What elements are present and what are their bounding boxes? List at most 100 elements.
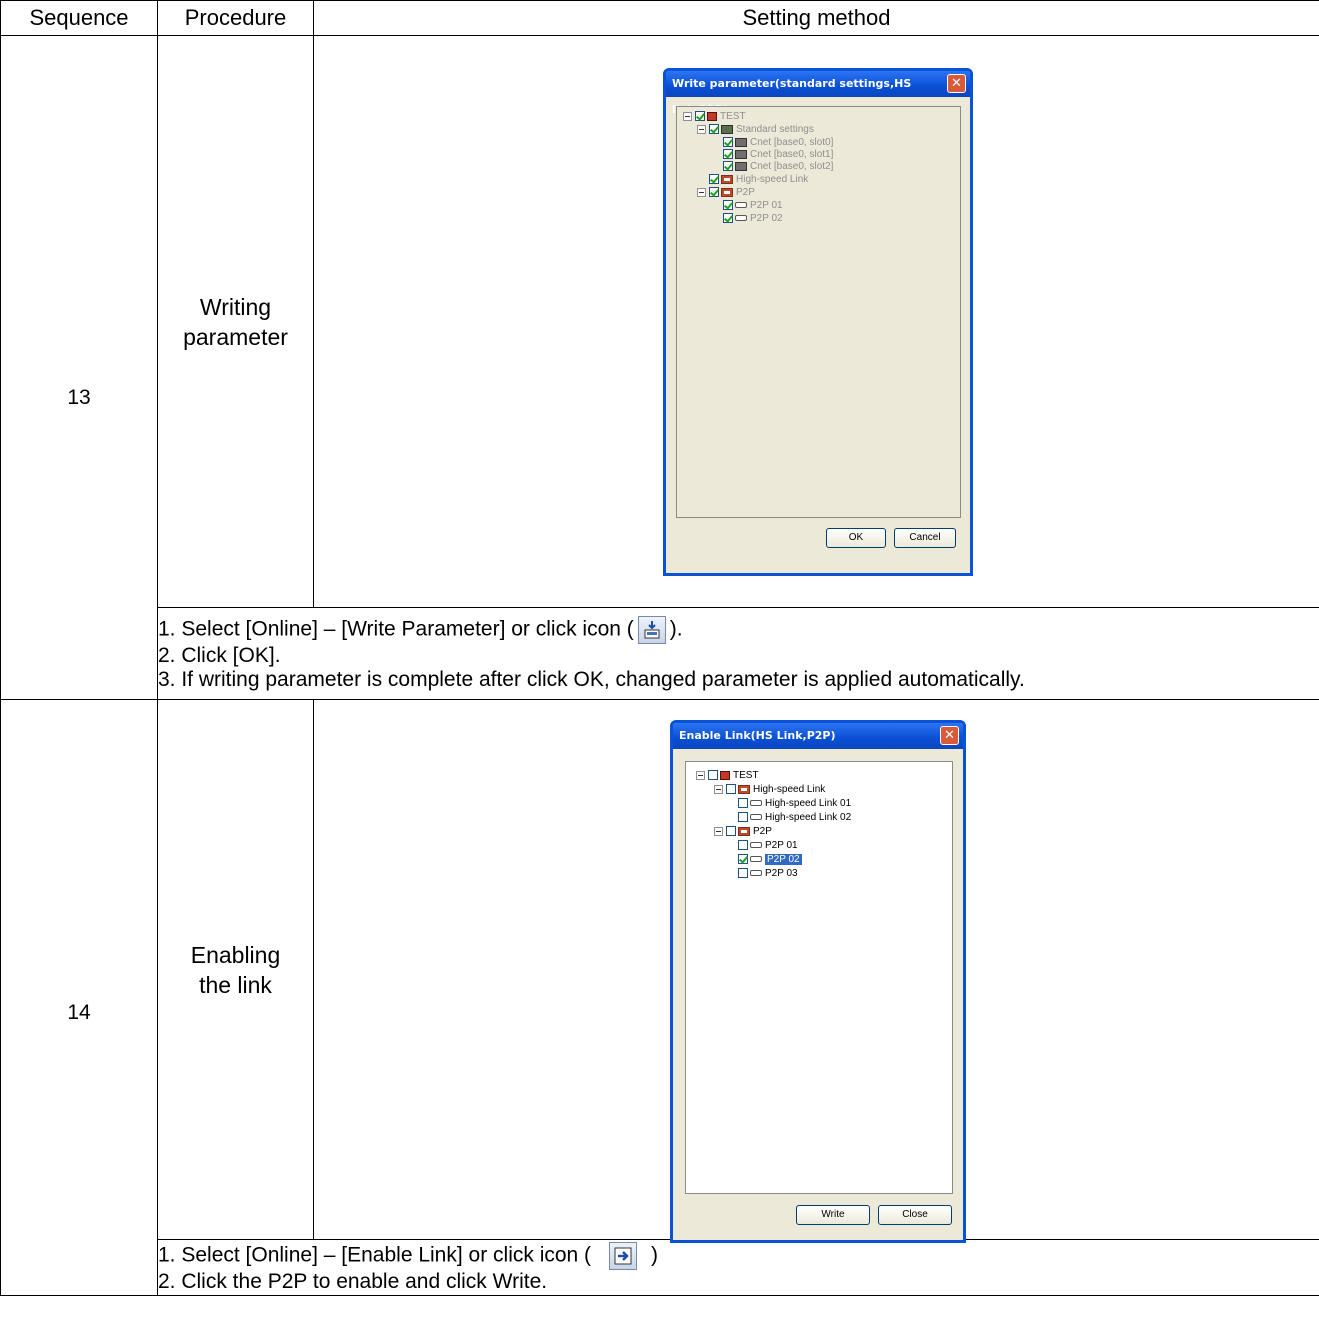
- step13-note2: 2. Click [OK].: [158, 643, 281, 667]
- dialog-title-text: Enable Link(HS Link,P2P): [679, 729, 836, 742]
- header-sequence: Sequence: [0, 0, 158, 36]
- dialog-title: Enable Link(HS Link,P2P) ✕: [673, 723, 963, 749]
- ok-button[interactable]: OK: [826, 528, 886, 548]
- link-tree: TEST High-speed Link High-speed Link 01 …: [685, 761, 953, 1194]
- write-parameter-dialog: Write parameter(standard settings,HS lin…: [663, 68, 973, 576]
- cnet-icon: [735, 149, 747, 159]
- checkbox-p2p-02[interactable]: [738, 854, 748, 865]
- tree-item-hsl-02[interactable]: High-speed Link 02: [738, 812, 851, 824]
- collapse-icon[interactable]: [714, 784, 723, 794]
- checkbox-high-speed-link[interactable]: [709, 174, 719, 185]
- header-procedure: Procedure: [157, 0, 314, 36]
- step13-row: 13 Writing parameter Write parameter(sta…: [0, 35, 1319, 700]
- dialog-title: Write parameter(standard settings,HS lin…: [666, 71, 970, 116]
- checkbox-standard-settings[interactable]: [709, 124, 719, 135]
- checkbox-hsl-02[interactable]: [738, 812, 748, 823]
- step13-notes: 1. Select [Online] – [Write Parameter] o…: [157, 607, 1319, 700]
- checkbox-p2p-02[interactable]: [723, 213, 733, 224]
- step13-sequence: 13: [0, 35, 158, 700]
- high-speed-link-icon: [721, 174, 733, 184]
- header-setting-method: Setting method: [313, 0, 1319, 36]
- link-icon: [750, 800, 762, 807]
- checkbox-p2p[interactable]: [709, 187, 719, 198]
- plc-icon: [707, 111, 717, 121]
- tree-item-p2p-01[interactable]: P2P 01: [723, 200, 783, 212]
- tree-item-test[interactable]: TEST: [683, 111, 746, 123]
- checkbox-p2p[interactable]: [726, 826, 736, 837]
- step13-note3: 3. If writing parameter is complete afte…: [158, 667, 1025, 691]
- link-icon: [750, 870, 762, 877]
- step14-note1: 1. Select [Online] – [Enable Link] or cl…: [158, 1241, 1319, 1270]
- high-speed-link-icon: [738, 784, 750, 794]
- step14-row: 14 Enabling the link Enable Link(HS Link…: [0, 699, 1319, 1296]
- checkbox-p2p-01[interactable]: [738, 840, 748, 851]
- tree-item-high-speed-link[interactable]: High-speed Link: [714, 784, 825, 796]
- checkbox-cnet-slot0[interactable]: [723, 137, 733, 148]
- step14-notes: 1. Select [Online] – [Enable Link] or cl…: [157, 1239, 1319, 1296]
- checkbox-high-speed-link[interactable]: [726, 784, 736, 795]
- step13-procedure: Writing parameter: [157, 35, 314, 608]
- document-page: Sequence Procedure Setting method 13 Wri…: [0, 0, 1319, 1331]
- procedure-table: Sequence Procedure Setting method 13 Wri…: [0, 0, 1319, 1296]
- tree-item-p2p-01[interactable]: P2P 01: [738, 840, 798, 852]
- checkbox-hsl-01[interactable]: [738, 798, 748, 809]
- collapse-icon[interactable]: [697, 124, 706, 134]
- step14-proc-line1: Enabling: [190, 941, 281, 968]
- tree-item-p2p-03[interactable]: P2P 03: [738, 868, 798, 880]
- write-button[interactable]: Write: [796, 1205, 870, 1225]
- checkbox-test[interactable]: [695, 111, 705, 122]
- step13-screenshot-cell: Write parameter(standard settings,HS lin…: [313, 35, 1319, 608]
- tree-item-test[interactable]: TEST: [696, 770, 759, 782]
- checkbox-test[interactable]: [708, 770, 718, 781]
- tree-item-p2p[interactable]: P2P: [714, 826, 772, 838]
- p2p-icon: [721, 187, 733, 197]
- tree-item-cnet-slot0[interactable]: Cnet [base0, slot0]: [723, 137, 833, 149]
- write-parameter-icon[interactable]: [637, 615, 666, 644]
- cnet-icon: [735, 161, 747, 171]
- step14-procedure: Enabling the link: [157, 699, 314, 1240]
- checkbox-p2p-03[interactable]: [738, 868, 748, 879]
- close-button[interactable]: Close: [878, 1205, 952, 1225]
- link-icon: [750, 842, 762, 849]
- tree-item-p2p-02[interactable]: P2P 02: [723, 213, 783, 225]
- collapse-icon[interactable]: [683, 111, 692, 121]
- tree-item-cnet-slot2[interactable]: Cnet [base0, slot2]: [723, 161, 833, 173]
- enable-link-icon[interactable]: [609, 1241, 638, 1270]
- header-row: Sequence Procedure Setting method: [0, 0, 1319, 36]
- link-icon: [735, 202, 747, 209]
- tree-item-p2p-02[interactable]: P2P 02: [738, 854, 802, 866]
- p2p-icon: [738, 826, 750, 836]
- step14-screenshot-cell: Enable Link(HS Link,P2P) ✕ TEST High-spe…: [313, 699, 1319, 1243]
- step13-proc-line1: Writing: [199, 293, 272, 320]
- collapse-icon[interactable]: [714, 826, 723, 836]
- settings-icon: [721, 124, 733, 134]
- plc-icon: [720, 770, 730, 780]
- cnet-icon: [735, 137, 747, 147]
- tree-item-cnet-slot1[interactable]: Cnet [base0, slot1]: [723, 149, 833, 161]
- checkbox-cnet-slot2[interactable]: [723, 161, 733, 172]
- link-icon: [750, 814, 762, 821]
- step14-note2: 2. Click the P2P to enable and click Wri…: [158, 1269, 548, 1293]
- tree-item-standard-settings[interactable]: Standard settings: [697, 124, 814, 136]
- cancel-button[interactable]: Cancel: [894, 528, 956, 548]
- parameter-tree: TEST Standard settings Cnet [base0, slot…: [676, 106, 961, 518]
- checkbox-p2p-01[interactable]: [723, 200, 733, 211]
- collapse-icon[interactable]: [697, 187, 706, 197]
- tree-item-hsl-01[interactable]: High-speed Link 01: [738, 798, 851, 810]
- collapse-icon[interactable]: [696, 770, 705, 780]
- link-icon: [750, 856, 762, 863]
- close-icon[interactable]: ✕: [947, 74, 966, 93]
- tree-item-high-speed-link[interactable]: High-speed Link: [709, 174, 808, 186]
- step13-notes-row: 1. Select [Online] – [Write Parameter] o…: [1, 607, 1319, 700]
- tree-item-p2p[interactable]: P2P: [697, 187, 755, 199]
- step14-notes-row: 1. Select [Online] – [Enable Link] or cl…: [1, 1239, 1319, 1296]
- step14-sequence: 14: [0, 699, 158, 1296]
- enable-link-dialog: Enable Link(HS Link,P2P) ✕ TEST High-spe…: [670, 720, 966, 1243]
- checkbox-cnet-slot1[interactable]: [723, 149, 733, 160]
- step13-proc-line2: parameter: [183, 323, 288, 350]
- step14-proc-line2: the link: [199, 971, 272, 998]
- close-icon[interactable]: ✕: [940, 726, 959, 745]
- selected-item-label: P2P 02: [765, 854, 802, 865]
- link-icon: [735, 215, 747, 222]
- step13-note1: 1. Select [Online] – [Write Parameter] o…: [158, 615, 1319, 644]
